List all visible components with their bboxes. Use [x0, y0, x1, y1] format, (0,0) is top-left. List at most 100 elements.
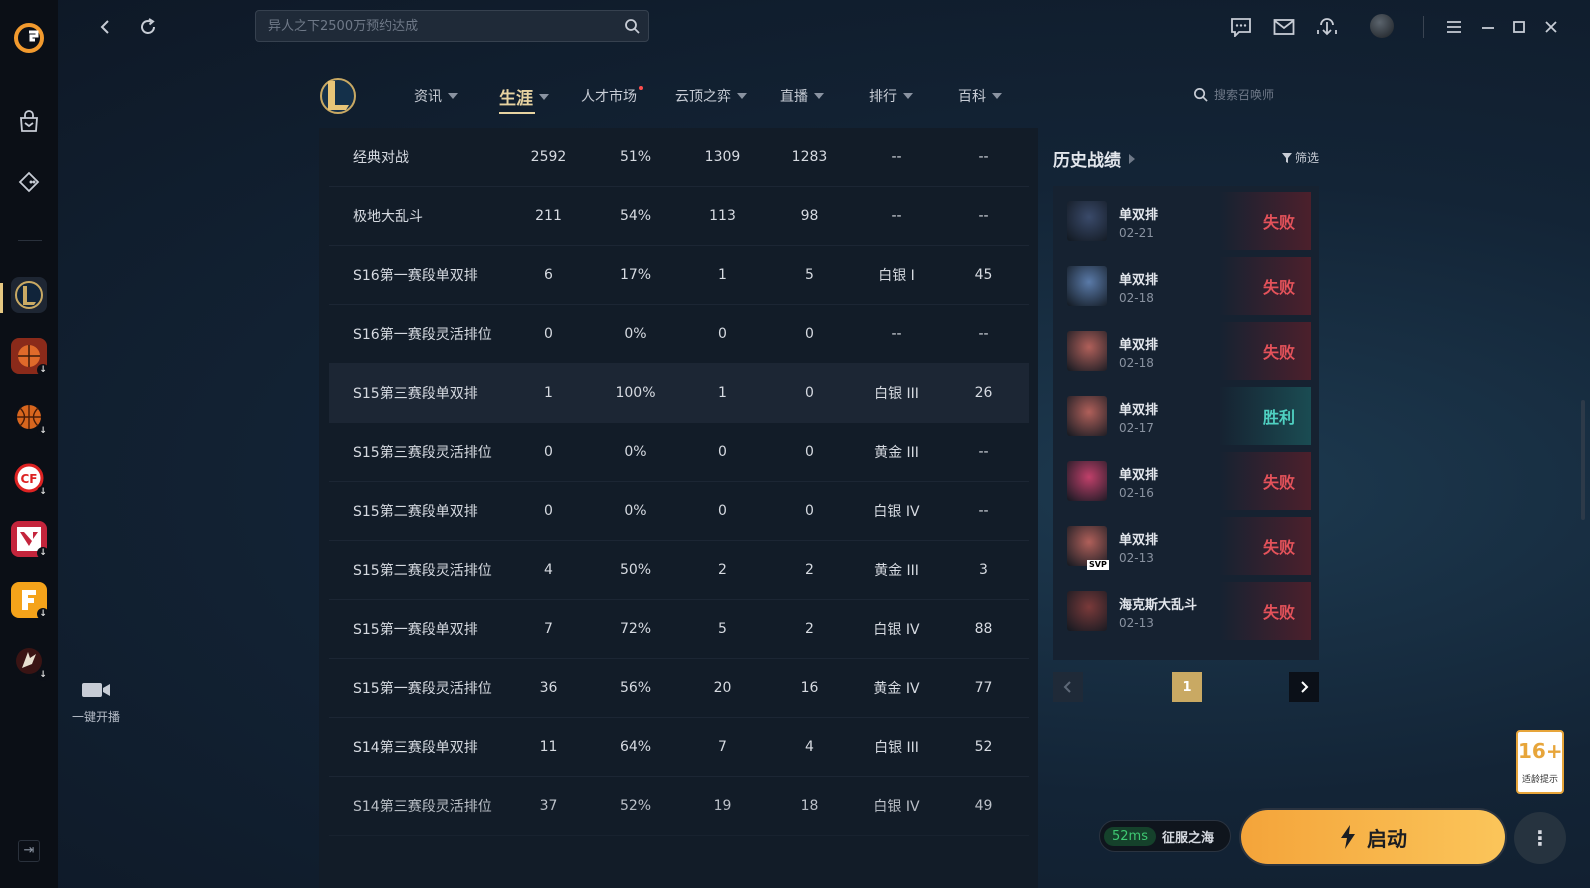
cell-losses: 1283	[791, 149, 828, 165]
champion-avatar: SVP	[1067, 526, 1109, 570]
history-item[interactable]: 单双排 02-21 失败	[1063, 192, 1311, 250]
refresh-icon[interactable]	[135, 14, 161, 40]
search-icon	[1194, 88, 1208, 102]
table-row[interactable]: 经典对战 2592 51% 1309 1283 -- --	[329, 128, 1029, 187]
server-status[interactable]: 52ms 征服之海	[1099, 820, 1231, 852]
filter-button[interactable]: 筛选	[1282, 149, 1319, 166]
search-box[interactable]	[255, 10, 649, 42]
cell-rank: --	[891, 149, 902, 165]
match-result: 胜利	[1219, 387, 1311, 445]
nav-live[interactable]: 直播	[780, 86, 824, 106]
cell-winrate: 72%	[619, 621, 652, 637]
game-warrior-icon[interactable]: ↓	[11, 643, 49, 681]
nav-talent-market[interactable]: 人才市场	[581, 86, 647, 106]
chat-icon[interactable]	[1228, 14, 1254, 40]
match-mode: 单双排	[1119, 338, 1159, 353]
game-lol-icon[interactable]	[11, 277, 47, 313]
chevron-down-icon	[539, 93, 549, 100]
scrollbar[interactable]	[1581, 400, 1585, 520]
cell-points: 77	[974, 680, 993, 696]
cell-mode: S16第一赛段单双排	[353, 268, 478, 284]
table-row[interactable]: S15第一赛段灵活排位 36 56% 20 16 黄金 IV 77	[329, 659, 1029, 718]
match-result: 失败	[1219, 257, 1311, 315]
app-logo-icon[interactable]	[13, 22, 45, 54]
more-options-icon[interactable]: ⋮	[1514, 812, 1566, 864]
search-icon[interactable]	[624, 18, 640, 34]
topbar-divider	[1423, 16, 1424, 38]
nav-ranking[interactable]: 排行	[869, 86, 913, 106]
cell-games: 0	[544, 444, 553, 460]
store-icon[interactable]	[15, 108, 43, 136]
table-row[interactable]: 极地大乱斗 211 54% 113 98 -- --	[329, 187, 1029, 246]
table-row[interactable]: S16第一赛段单双排 6 17% 1 5 白银 I 45	[329, 246, 1029, 305]
table-row[interactable]: S15第一赛段单双排 7 72% 5 2 白银 IV 88	[329, 600, 1029, 659]
launch-button[interactable]: 启动	[1241, 810, 1505, 864]
go-live-button[interactable]: 一键开播	[64, 680, 128, 725]
table-row[interactable]: S14第三赛段单双排 11 64% 7 4 白银 III 52	[329, 718, 1029, 777]
table-row[interactable]: S16第一赛段灵活排位 0 0% 0 0 -- --	[329, 305, 1029, 364]
expand-rail-icon[interactable]: ⇥	[18, 840, 40, 862]
game-library-icon[interactable]	[15, 168, 43, 196]
next-page-button[interactable]	[1289, 672, 1319, 702]
cell-games: 0	[544, 503, 553, 519]
table-row[interactable]: S15第二赛段单双排 0 0% 0 0 白银 IV --	[329, 482, 1029, 541]
history-item[interactable]: SVP 单双排 02-13 失败	[1063, 517, 1311, 575]
go-live-label: 一键开播	[71, 710, 120, 724]
match-result: 失败	[1219, 452, 1311, 510]
cell-rank: --	[891, 326, 902, 342]
cell-points: 45	[974, 267, 993, 283]
cell-games: 37	[539, 798, 558, 814]
cell-mode: S15第一赛段单双排	[353, 622, 478, 638]
prev-page-button[interactable]	[1053, 672, 1083, 702]
match-date: 02-18	[1119, 291, 1154, 305]
game-basketball-icon[interactable]: ↓	[11, 399, 49, 437]
history-item[interactable]: 单双排 02-18 失败	[1063, 257, 1311, 315]
server-name: 征服之海	[1161, 830, 1214, 846]
cell-mode: S15第三赛段灵活排位	[353, 445, 492, 461]
summoner-search-placeholder: 搜索召唤师	[1214, 88, 1275, 102]
cell-games: 2592	[530, 149, 567, 165]
table-row[interactable]: S15第三赛段灵活排位 0 0% 0 0 黄金 III --	[329, 423, 1029, 482]
nav-career[interactable]: 生涯	[499, 84, 549, 114]
back-icon[interactable]	[92, 14, 118, 40]
nav-wiki[interactable]: 百科	[958, 86, 1002, 106]
svg-text:CF: CF	[20, 472, 37, 486]
history-item[interactable]: 单双排 02-17 胜利	[1063, 387, 1311, 445]
page-number[interactable]: 1	[1172, 672, 1202, 702]
cell-rank: 白银 IV	[873, 504, 920, 520]
maximize-icon[interactable]	[1506, 14, 1532, 40]
download-icon: ↓	[37, 547, 49, 559]
table-row[interactable]: S15第二赛段灵活排位 4 50% 2 2 黄金 III 3	[329, 541, 1029, 600]
download-manager-icon[interactable]	[1314, 14, 1340, 40]
download-icon: ↓	[37, 425, 49, 437]
match-mode: 单双排	[1119, 208, 1159, 223]
chevron-right-icon	[1129, 153, 1135, 164]
nav-tft[interactable]: 云顶之弈	[675, 86, 747, 106]
nav-news[interactable]: 资讯	[414, 86, 458, 106]
history-item[interactable]: 单双排 02-18 失败	[1063, 322, 1311, 380]
game-nba-icon[interactable]: ↓	[11, 338, 49, 376]
active-underline	[499, 112, 535, 114]
cell-losses: 0	[805, 444, 814, 460]
menu-icon[interactable]	[1441, 14, 1467, 40]
history-item[interactable]: 单双排 02-16 失败	[1063, 452, 1311, 510]
mail-icon[interactable]	[1271, 14, 1297, 40]
minimize-icon[interactable]	[1475, 14, 1501, 40]
history-header[interactable]: 历史战绩	[1053, 146, 1135, 171]
history-item[interactable]: 海克斯大乱斗 02-13 失败	[1063, 582, 1311, 640]
game-cf-icon[interactable]: CF ↓	[11, 460, 49, 498]
table-row[interactable]: S14第三赛段灵活排位 37 52% 19 18 白银 IV 49	[329, 777, 1029, 836]
match-mode: 单双排	[1119, 468, 1159, 483]
table-row[interactable]: S15第三赛段单双排 1 100% 1 0 白银 III 26	[329, 364, 1029, 423]
game-f-icon[interactable]: ↓	[11, 582, 49, 620]
close-icon[interactable]	[1538, 14, 1564, 40]
chevron-down-icon	[737, 93, 747, 99]
filter-icon	[1282, 152, 1292, 163]
summoner-search[interactable]: 搜索召唤师	[1193, 86, 1274, 103]
game-valorant-icon[interactable]: ↓	[11, 521, 49, 559]
left-rail: ↓ ↓ CF ↓ ↓ ↓ ↓ ⇥	[0, 0, 58, 888]
lol-logo-icon[interactable]	[318, 76, 358, 116]
search-input[interactable]	[256, 11, 620, 41]
champion-avatar	[1067, 201, 1107, 241]
user-avatar[interactable]	[1370, 14, 1394, 38]
